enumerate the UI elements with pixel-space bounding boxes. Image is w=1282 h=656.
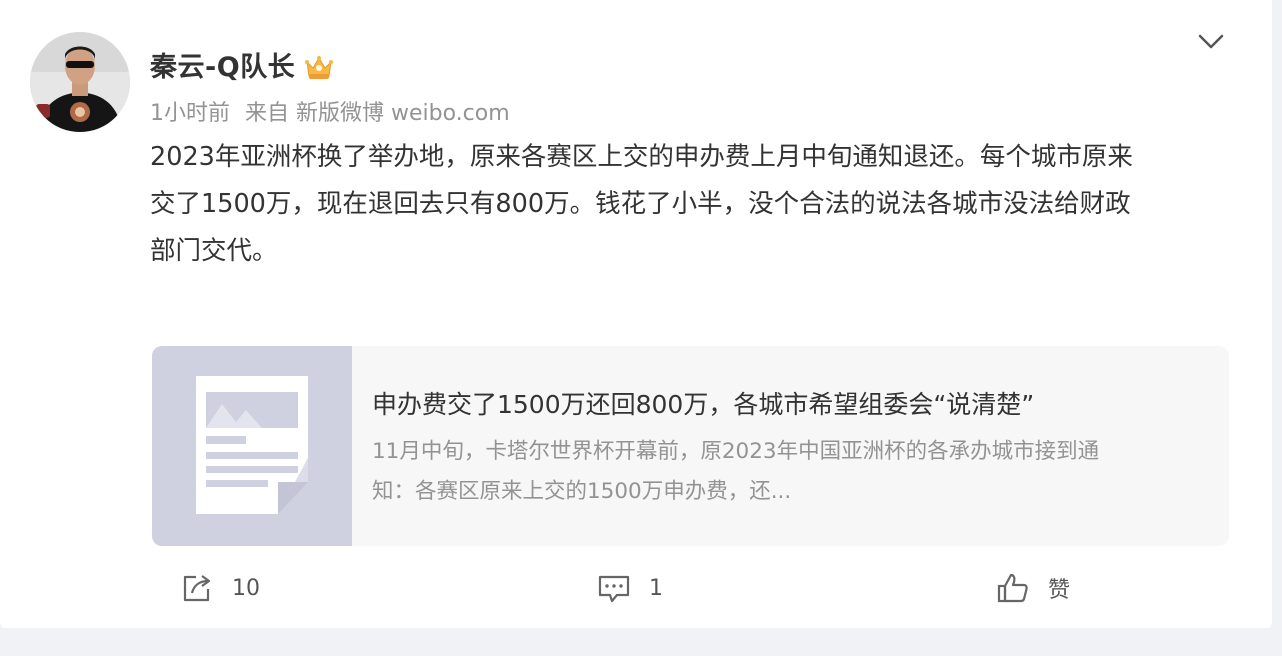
weibo-post-card: 秦云-Q队长 1小时前 来自 新版微博 weibo.com 2023年亚洲杯换了… xyxy=(0,0,1272,628)
post-source: 来自 新版微博 weibo.com xyxy=(245,101,510,126)
repost-count: 10 xyxy=(232,575,260,601)
card-thumbnail xyxy=(152,346,352,546)
post-text: 2023年亚洲杯换了举办地，原来各赛区上交的申办费上月中旬通知退还。每个城市原来… xyxy=(150,134,1235,275)
card-desc-line: 知：各赛区原来上交的1500万申办费，还... xyxy=(372,479,792,504)
repost-icon xyxy=(183,575,211,602)
chevron-down-icon[interactable] xyxy=(1196,26,1226,56)
card-title[interactable]: 申办费交了1500万还回800万，各城市希望组委会“说清楚” xyxy=(372,386,1212,424)
post-text-line: 交了1500万，现在退回去只有800万。钱花了小半，没个合法的说法各城市没法给财… xyxy=(150,189,1131,219)
crown-badge-icon[interactable] xyxy=(303,52,335,84)
article-placeholder-icon xyxy=(196,376,308,514)
avatar[interactable] xyxy=(30,32,130,132)
repost-button[interactable]: 10 xyxy=(180,568,260,608)
post-text-line: 部门交代。 xyxy=(150,236,278,266)
comment-button[interactable]: 1 xyxy=(597,568,663,608)
post-text-line: 2023年亚洲杯换了举办地，原来各赛区上交的申办费上月中旬通知退还。每个城市原来 xyxy=(150,142,1133,172)
comment-icon xyxy=(598,575,630,603)
author-name[interactable]: 秦云-Q队长 xyxy=(150,48,295,88)
card-description: 11月中旬，卡塔尔世界杯开幕前，原2023年中国亚洲杯的各承办城市接到通 知：各… xyxy=(372,432,1192,512)
comment-count: 1 xyxy=(649,575,663,601)
thumbs-up-icon xyxy=(997,573,1028,603)
card-desc-line: 11月中旬，卡塔尔世界杯开幕前，原2023年中国亚洲杯的各承办城市接到通 xyxy=(372,439,1100,464)
like-label: 赞 xyxy=(1048,578,1071,603)
post-time[interactable]: 1小时前 xyxy=(150,101,230,126)
post-meta: 1小时前 来自 新版微博 weibo.com xyxy=(150,98,518,130)
link-preview-card[interactable]: 申办费交了1500万还回800万，各城市希望组委会“说清楚” 11月中旬，卡塔尔… xyxy=(152,346,1229,546)
like-button[interactable]: 赞 xyxy=(996,568,1070,608)
avatar-photo xyxy=(30,32,130,132)
